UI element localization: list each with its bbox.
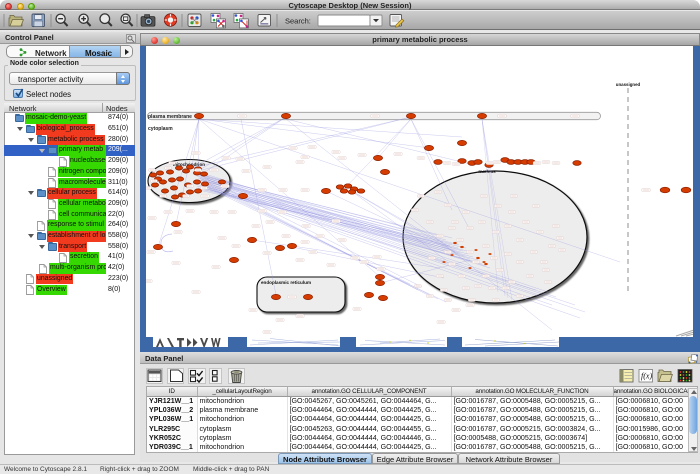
svg-text:unassigned: unassigned	[616, 82, 641, 87]
svg-text:f(x): f(x)	[641, 372, 652, 381]
svg-text:Search:: Search:	[285, 16, 311, 25]
svg-text:endoplasmic reticulum: endoplasmic reticulum	[261, 280, 311, 285]
svg-text:cytoplasm: cytoplasm	[148, 126, 173, 132]
svg-text:plasma membrane: plasma membrane	[148, 114, 192, 120]
